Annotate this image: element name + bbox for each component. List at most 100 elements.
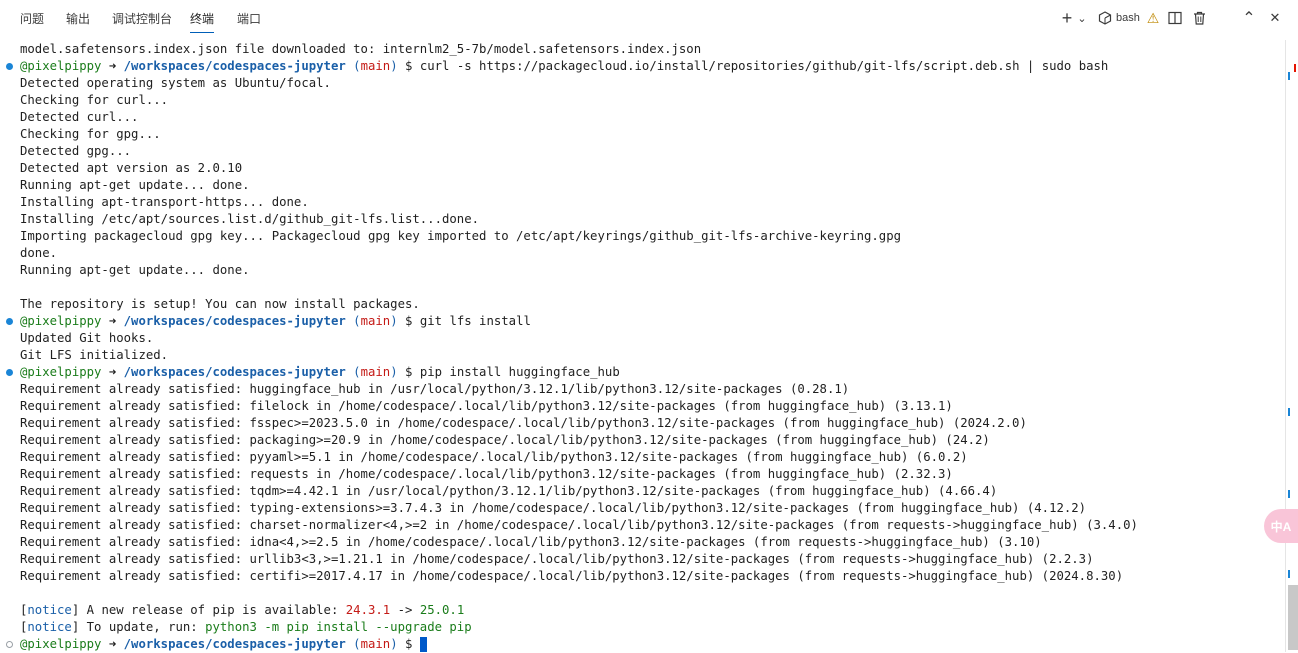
notice-label: notice [27, 603, 72, 617]
prompt-paren: ( [345, 637, 361, 651]
tab-output[interactable]: 输出 [66, 10, 90, 27]
warning-icon[interactable]: ⚠ [1144, 8, 1162, 28]
prompt-paren: ( [345, 365, 361, 379]
shell-name: bash [1116, 12, 1140, 24]
terminal-line: Detected gpg... [20, 144, 132, 158]
terminal-line: Detected curl... [20, 110, 139, 124]
prompt-dollar: $ [397, 314, 420, 328]
trash-icon[interactable] [1190, 8, 1208, 28]
command-decoration-icon[interactable] [6, 369, 13, 376]
terminal-line: Installing /etc/apt/sources.list.d/githu… [20, 212, 480, 226]
maximize-panel-icon[interactable]: ⌃ [1240, 8, 1258, 28]
prompt-paren: ) [390, 59, 398, 73]
prompt-dollar: $ [397, 637, 420, 651]
terminal-line: Checking for gpg... [20, 127, 161, 141]
prompt-paren: ( [345, 59, 361, 73]
prompt-arrow: ➜ [101, 314, 124, 328]
prompt-command: curl -s https://packagecloud.io/install/… [419, 59, 1109, 73]
prompt-command: git lfs install [419, 314, 531, 328]
prompt-line: @pixelpippy ➜ /workspaces/codespaces-jup… [20, 636, 427, 653]
notice-old-version: 24.3.1 [345, 603, 391, 617]
command-decoration-icon[interactable] [6, 641, 13, 648]
terminal-line: Requirement already satisfied: packaging… [20, 433, 990, 447]
terminal-line: Requirement already satisfied: typing-ex… [20, 501, 1087, 515]
prompt-arrow: ➜ [101, 637, 124, 651]
terminal-line: Requirement already satisfied: requests … [20, 467, 953, 481]
scroll-marker [1288, 72, 1290, 80]
tab-ports[interactable]: 端口 [237, 10, 261, 27]
translate-floating-button[interactable]: 中A [1264, 509, 1298, 543]
pip-notice-line: [notice] To update, run: python3 -m pip … [20, 619, 472, 636]
terminal-line: Requirement already satisfied: huggingfa… [20, 382, 850, 396]
prompt-dollar: $ [397, 59, 420, 73]
command-decoration-icon[interactable] [6, 318, 13, 325]
prompt-path: /workspaces/codespaces-jupyter [123, 637, 346, 651]
pip-notice-line: [notice] A new release of pip is availab… [20, 602, 464, 619]
terminal-line: Checking for curl... [20, 93, 169, 107]
prompt-dollar: $ [397, 365, 420, 379]
close-panel-icon[interactable]: ✕ [1266, 8, 1284, 28]
prompt-path: /workspaces/codespaces-jupyter [123, 365, 346, 379]
terminal-line: Requirement already satisfied: fsspec>=2… [20, 416, 1027, 430]
prompt-paren: ) [390, 637, 398, 651]
terminal-line: Importing packagecloud gpg key... Packag… [20, 229, 901, 243]
terminal-line: Git LFS initialized. [20, 348, 169, 362]
notice-arrow: -> [390, 603, 420, 617]
prompt-paren: ) [390, 314, 398, 328]
prompt-arrow: ➜ [101, 59, 124, 73]
prompt-user: @pixelpippy [20, 637, 102, 651]
prompt-line: @pixelpippy ➜ /workspaces/codespaces-jup… [20, 364, 620, 381]
notice-new-version: 25.0.1 [419, 603, 465, 617]
prompt-branch: main [360, 637, 391, 651]
terminal-line: Requirement already satisfied: idna<4,>=… [20, 535, 1042, 549]
prompt-line: @pixelpippy ➜ /workspaces/codespaces-jup… [20, 313, 531, 330]
prompt-line: @pixelpippy ➜ /workspaces/codespaces-jup… [20, 58, 1108, 75]
prompt-branch: main [360, 59, 391, 73]
tab-debug-console[interactable]: 调试控制台 [112, 10, 172, 27]
terminal-line: Detected operating system as Ubuntu/foca… [20, 76, 331, 90]
terminal-line: Requirement already satisfied: charset-n… [20, 518, 1138, 532]
terminal-toolbar: + ⌄ bash ⚠ ⌃ ✕ [1058, 8, 1298, 28]
prompt-paren: ( [345, 314, 361, 328]
command-decoration-icon[interactable] [6, 63, 13, 70]
terminal-line: Running apt-get update... done. [20, 178, 250, 192]
terminal-line: Requirement already satisfied: pyyaml>=5… [20, 450, 968, 464]
terminal-scrollbar[interactable] [1285, 40, 1298, 652]
scroll-marker [1288, 408, 1290, 416]
tab-terminal[interactable]: 终端 [190, 10, 215, 33]
terminal-line: Requirement already satisfied: urllib3<3… [20, 552, 1094, 566]
terminal-line: Updated Git hooks. [20, 331, 154, 345]
terminal-line: Detected apt version as 2.0.10 [20, 161, 243, 175]
notice-text: ] A new release of pip is available: [71, 603, 346, 617]
new-terminal-icon[interactable]: + [1058, 8, 1076, 28]
notice-text: ] To update, run: [71, 620, 206, 634]
prompt-path: /workspaces/codespaces-jupyter [123, 314, 346, 328]
scrollbar-thumb[interactable] [1288, 585, 1298, 650]
chevron-down-icon[interactable]: ⌄ [1076, 8, 1088, 28]
scroll-marker [1288, 490, 1290, 498]
prompt-path: /workspaces/codespaces-jupyter [123, 59, 346, 73]
prompt-arrow: ➜ [101, 365, 124, 379]
terminal-line: Requirement already satisfied: certifi>=… [20, 569, 1124, 583]
terminal-output[interactable]: model.safetensors.index.json file downlo… [0, 40, 1285, 652]
notice-label: notice [27, 620, 72, 634]
terminal-line: done. [20, 246, 58, 260]
prompt-user: @pixelpippy [20, 365, 102, 379]
prompt-user: @pixelpippy [20, 59, 102, 73]
tab-problems[interactable]: 问题 [20, 10, 44, 27]
panel-tab-bar: 问题 输出 调试控制台 终端 端口 + ⌄ bash ⚠ ⌃ ✕ [0, 0, 1298, 36]
prompt-user: @pixelpippy [20, 314, 102, 328]
prompt-paren: ) [390, 365, 398, 379]
prompt-branch: main [360, 314, 391, 328]
terminal-line: model.safetensors.index.json file downlo… [20, 42, 702, 56]
terminal-line: Installing apt-transport-https... done. [20, 195, 309, 209]
terminal-line: The repository is setup! You can now ins… [20, 297, 420, 311]
terminal-cursor [419, 637, 427, 652]
terminal-line: Requirement already satisfied: tqdm>=4.4… [20, 484, 998, 498]
notice-command: python3 -m pip install --upgrade pip [205, 620, 472, 634]
terminal-bash-icon [1098, 11, 1112, 25]
scroll-marker-error [1294, 64, 1296, 72]
scroll-marker [1288, 570, 1290, 578]
terminal-line: Requirement already satisfied: filelock … [20, 399, 953, 413]
split-terminal-icon[interactable] [1166, 8, 1184, 28]
